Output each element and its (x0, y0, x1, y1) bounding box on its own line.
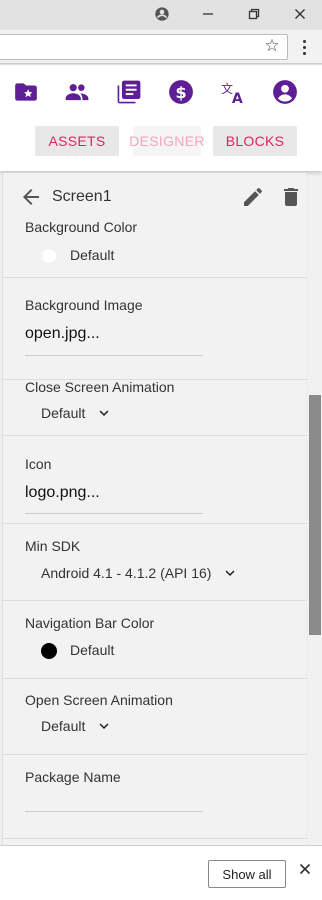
scrollbar-thumb[interactable] (309, 395, 321, 635)
open-screen-animation-dropdown[interactable]: Default (41, 714, 113, 738)
dropdown-value: Android 4.1 - 4.1.2 (API 16) (41, 565, 212, 581)
chevron-down-icon (99, 410, 109, 416)
close-icon[interactable] (296, 862, 314, 884)
close-icon[interactable] (282, 0, 318, 28)
navigation-bar-color-label: Navigation Bar Color (25, 615, 155, 631)
min-sdk-label: Min SDK (25, 538, 81, 554)
icon-value[interactable]: logo.png... (25, 484, 100, 502)
open-screen-animation-label: Open Screen Animation (25, 692, 173, 708)
browser-title-bar (0, 0, 322, 30)
chevron-down-icon (225, 570, 235, 576)
account-icon[interactable] (272, 79, 298, 105)
field-underline (25, 513, 203, 514)
background-color-label: Background Color (25, 219, 138, 235)
package-name-label: Package Name (25, 769, 121, 785)
show-all-button[interactable]: Show all (208, 860, 286, 888)
delete-icon[interactable] (279, 185, 303, 209)
arrow-back-icon[interactable] (19, 185, 43, 209)
background-color-value[interactable]: Default (70, 247, 114, 263)
dollar-icon[interactable]: $ (168, 79, 194, 105)
app-toolbar: $ 文A ASSETS DESIGNER BLOCKS (0, 65, 322, 171)
restore-icon[interactable] (236, 0, 272, 28)
background-image-label: Background Image (25, 297, 143, 313)
dropdown-value: Default (41, 718, 86, 734)
tab-designer[interactable]: DESIGNER (129, 126, 204, 156)
color-swatch-black[interactable] (41, 643, 57, 659)
account-icon[interactable] (144, 0, 180, 28)
download-bar: Show all (0, 845, 322, 900)
tab-assets[interactable]: ASSETS (35, 126, 119, 156)
library-books-icon[interactable] (116, 79, 142, 105)
translate-icon[interactable]: 文A (220, 79, 246, 105)
divider (3, 435, 307, 436)
min-sdk-dropdown[interactable]: Android 4.1 - 4.1.2 (API 16) (41, 561, 239, 585)
address-bar[interactable] (0, 34, 288, 60)
divider (3, 678, 307, 679)
divider (3, 523, 307, 524)
panel-header: Screen1 (3, 173, 307, 219)
background-image-value[interactable]: open.jpg... (25, 325, 100, 343)
star-icon[interactable]: ☆ (262, 35, 282, 57)
divider (3, 838, 307, 839)
screen-name: Screen1 (52, 188, 112, 205)
divider (3, 600, 307, 601)
close-screen-animation-dropdown[interactable]: Default (41, 401, 113, 425)
field-underline (25, 355, 203, 356)
more-vert-icon[interactable] (296, 35, 312, 59)
minimize-icon[interactable] (190, 0, 226, 28)
color-swatch-white[interactable] (41, 248, 57, 264)
svg-text:$: $ (175, 83, 186, 102)
field-underline (25, 811, 203, 812)
icon-label: Icon (25, 456, 52, 472)
divider (3, 277, 307, 278)
folder-star-icon[interactable] (13, 79, 39, 105)
close-screen-animation-label: Close Screen Animation (25, 379, 175, 395)
chevron-down-icon (99, 723, 109, 729)
divider (3, 754, 307, 755)
edit-icon[interactable] (241, 185, 265, 209)
navigation-bar-color-value[interactable]: Default (70, 642, 114, 658)
properties-panel: Screen1 Background Color Default Backgro… (2, 173, 307, 857)
people-icon[interactable] (64, 79, 90, 105)
svg-text:A: A (232, 91, 243, 105)
tab-blocks[interactable]: BLOCKS (213, 126, 297, 156)
app-page: $ 文A ASSETS DESIGNER BLOCKS Screen1 Back… (0, 65, 322, 857)
dropdown-value: Default (41, 405, 86, 421)
